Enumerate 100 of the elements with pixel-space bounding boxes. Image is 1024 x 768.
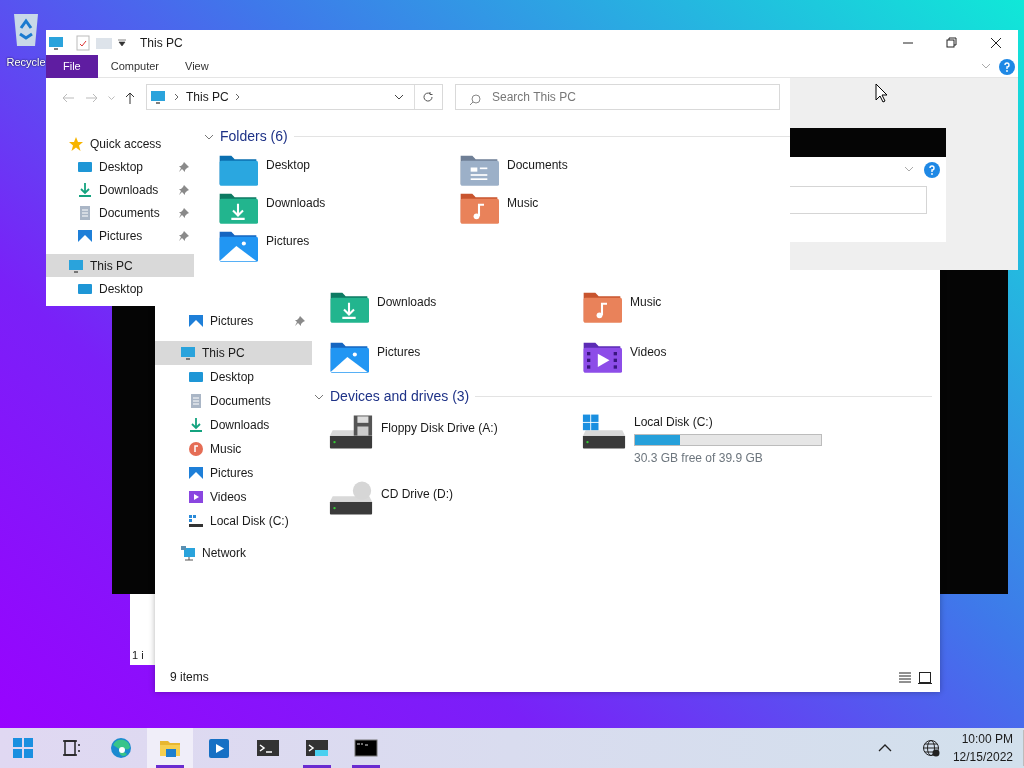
music-folder-icon (459, 191, 499, 225)
folder-tile[interactable]: Music (459, 191, 700, 225)
drive-tile[interactable]: Local Disk (C:) 30.3 GB free of 39.9 GB (582, 413, 835, 467)
chevron-up-icon (877, 743, 892, 753)
nav-item[interactable]: This PC (46, 254, 194, 277)
nav-item[interactable]: Pictures (155, 309, 312, 333)
video-folder-icon (582, 340, 622, 374)
help-icon (999, 58, 1015, 75)
download-folder-icon (329, 290, 369, 324)
picture-icon (77, 227, 93, 244)
clock-time[interactable]: 10:00 PM (952, 730, 1013, 748)
drive-icon (329, 479, 373, 517)
folder-tile[interactable]: Pictures (218, 229, 459, 263)
nav-item[interactable]: Desktop (46, 155, 194, 178)
dropdown-icon (118, 38, 126, 47)
status-text: 1 i (132, 647, 144, 663)
drive-label: CD Drive (D:) (381, 486, 453, 503)
recent-icon (107, 95, 115, 100)
nav-item[interactable]: Pictures (155, 461, 312, 485)
folder-tile[interactable]: Documents (459, 153, 700, 187)
drive-icon (582, 413, 626, 451)
folder-tile[interactable]: Pictures (329, 340, 582, 374)
ribbon-tab[interactable]: View (172, 54, 222, 78)
folder-icon (218, 153, 258, 187)
window-title: This PC (140, 34, 184, 52)
help-icon (924, 161, 940, 178)
section-heading: Folders (6) (220, 127, 288, 146)
picture-folder-icon (218, 229, 258, 263)
monitor-icon (48, 34, 64, 51)
nav-item[interactable]: Network (155, 541, 312, 565)
download-icon (77, 181, 93, 198)
folder-tile[interactable]: Music (582, 290, 835, 324)
forward-icon (85, 91, 99, 104)
star-icon (68, 135, 84, 152)
drive-tile[interactable]: Floppy Disk Drive (A:) (329, 413, 582, 467)
browser-icon (109, 736, 133, 760)
download-folder-icon (218, 191, 258, 225)
drive-label: Local Disk (C:) (634, 414, 714, 431)
nav-item[interactable]: Documents (46, 201, 194, 224)
nav-item[interactable]: Videos (155, 485, 312, 509)
drive-icon (188, 513, 204, 529)
folder-tile[interactable]: Downloads (329, 290, 582, 324)
folder-tile[interactable]: Downloads (218, 191, 459, 225)
drive-icon (329, 413, 373, 451)
search-icon (469, 93, 481, 106)
square-icon (918, 671, 932, 684)
address-bar[interactable]: This PC (146, 84, 443, 110)
play-icon (207, 736, 231, 760)
music-icon (188, 441, 204, 457)
ribbon-tab[interactable]: File (46, 54, 98, 78)
folder-tile[interactable]: Desktop (218, 153, 459, 187)
chevron-down-icon (394, 93, 404, 101)
cursor-icon (875, 83, 889, 103)
nav-item[interactable]: Desktop (46, 277, 194, 300)
chevron-right-icon (174, 93, 180, 101)
up-icon (123, 90, 137, 105)
command-prompt-icon (354, 736, 378, 760)
document-folder-icon (459, 153, 499, 187)
drive-tile[interactable]: CD Drive (D:) (329, 479, 582, 517)
folder-tile[interactable]: Videos (582, 340, 835, 374)
clock-date[interactable]: 12/15/2022 (952, 748, 1013, 766)
nav-item[interactable]: Documents (155, 389, 312, 413)
restore-icon (946, 37, 958, 50)
help-button[interactable] (924, 160, 940, 178)
help-button[interactable] (999, 57, 1015, 75)
video-icon (188, 489, 204, 505)
monitor-icon (68, 257, 84, 274)
desktop-shortcut[interactable]: Recycle (4, 10, 48, 72)
picture-icon (188, 313, 204, 329)
document-icon (77, 204, 93, 221)
start-icon (11, 736, 35, 760)
network-icon (180, 545, 196, 561)
section-heading: Devices and drives (3) (330, 387, 470, 406)
monitor-icon (150, 89, 166, 105)
nav-item[interactable]: Downloads (46, 178, 194, 201)
nav-item[interactable]: Music (155, 437, 312, 461)
taskbar-button[interactable] (147, 728, 193, 768)
globe-icon (921, 739, 940, 757)
checklist-icon (76, 34, 90, 51)
nav-item[interactable]: Downloads (155, 413, 312, 437)
breadcrumb-item[interactable]: This PC (186, 88, 229, 106)
nav-item[interactable]: Desktop (155, 365, 312, 389)
nav-item[interactable]: Quick access (46, 132, 194, 155)
nav-item[interactable]: This PC (155, 341, 312, 365)
nav-item[interactable]: Local Disk (C:) (155, 509, 312, 533)
picture-icon (188, 465, 204, 481)
close-icon (990, 37, 1002, 50)
search-field[interactable]: Search This PC (455, 84, 780, 110)
free-space-text: 30.3 GB free of 39.9 GB (634, 450, 764, 467)
chevron-down-icon (981, 62, 991, 70)
document-icon (188, 393, 204, 409)
monitor-icon (180, 345, 196, 361)
ribbon-tab[interactable]: Computer (97, 54, 173, 78)
nav-item[interactable]: Pictures (46, 224, 194, 247)
drive-label: Floppy Disk Drive (A:) (381, 420, 498, 437)
picture-folder-icon (329, 340, 369, 374)
list-icon (898, 671, 912, 684)
desktop-icon (188, 369, 204, 385)
input-field[interactable] (790, 186, 927, 214)
folder-icon (96, 36, 112, 49)
